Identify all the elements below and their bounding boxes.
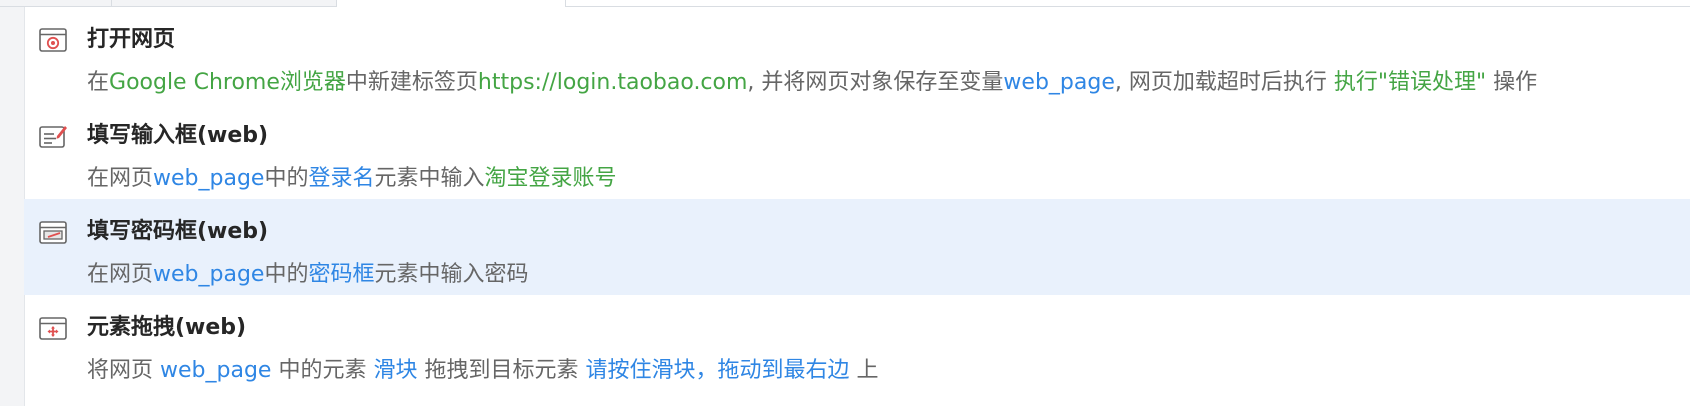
desc-text: 中的 — [264, 262, 309, 287]
fill-password-icon — [38, 219, 68, 245]
target-element[interactable]: 密码框 — [308, 262, 374, 287]
variable-web-page[interactable]: web_page — [153, 262, 264, 287]
source-element[interactable]: 滑块 — [373, 358, 417, 383]
step-description: 在网页web_page中的登录名元素中输入淘宝登录账号 — [87, 160, 617, 192]
target-element[interactable]: 登录名 — [308, 166, 374, 191]
step-title: 填写输入框(web) — [87, 123, 269, 148]
step-description: 将网页 web_page 中的元素 滑块 拖拽到目标元素 请按住滑块，拖动到最右… — [87, 352, 878, 384]
desc-text: , 并将网页对象保存至变量 — [747, 70, 1004, 95]
desc-text: 拖拽到目标元素 — [417, 358, 586, 383]
line-gutter — [0, 7, 25, 406]
desc-text: 上 — [849, 358, 879, 383]
variable-web-page[interactable]: web_page — [153, 166, 264, 191]
flow-step-drag-element[interactable]: 元素拖拽(web) 将网页 web_page 中的元素 滑块 拖拽到目标元素 请… — [24, 295, 1690, 391]
desc-text: 在 — [87, 70, 110, 95]
desc-text: 在网页 — [87, 166, 154, 191]
variable-web-page[interactable]: web_page — [160, 358, 271, 383]
tab-strip — [0, 0, 1690, 7]
tab-active[interactable] — [337, 0, 566, 7]
desc-text: 在网页 — [87, 262, 154, 287]
desc-text: 中的 — [264, 166, 309, 191]
desc-text: , 网页加载超时后执行 — [1114, 70, 1334, 95]
browser-value[interactable]: Google Chrome浏览器 — [109, 70, 346, 95]
open-webpage-icon — [38, 27, 68, 53]
drag-element-icon — [38, 315, 68, 341]
url-value[interactable]: https://login.taobao.com — [478, 70, 748, 95]
flow-step-open-webpage[interactable]: 打开网页 在Google Chrome浏览器中新建标签页https://logi… — [24, 7, 1690, 103]
desc-text: 操作 — [1486, 70, 1538, 95]
desc-text: 元素中输入密码 — [374, 262, 529, 287]
step-description: 在Google Chrome浏览器中新建标签页https://login.tao… — [87, 64, 1537, 96]
input-value[interactable]: 淘宝登录账号 — [485, 166, 617, 191]
desc-text: 中的元素 — [271, 358, 374, 383]
step-title: 填写密码框(web) — [87, 219, 269, 244]
variable-web-page[interactable]: web_page — [1003, 70, 1114, 95]
desc-text: 将网页 — [87, 358, 160, 383]
step-title: 打开网页 — [87, 27, 176, 52]
error-handler-value[interactable]: 执行"错误处理" — [1334, 70, 1486, 95]
target-element[interactable]: 请按住滑块，拖动到最右边 — [585, 358, 849, 383]
step-title: 元素拖拽(web) — [87, 315, 247, 340]
fill-input-icon — [38, 123, 68, 149]
flow-step-fill-password[interactable]: 填写密码框(web) 在网页web_page中的密码框元素中输入密码 — [24, 199, 1690, 295]
flow-step-fill-input[interactable]: 填写输入框(web) 在网页web_page中的登录名元素中输入淘宝登录账号 — [24, 103, 1690, 199]
desc-text: 元素中输入 — [374, 166, 485, 191]
step-description: 在网页web_page中的密码框元素中输入密码 — [87, 256, 529, 288]
desc-text: 中新建标签页 — [345, 70, 478, 95]
